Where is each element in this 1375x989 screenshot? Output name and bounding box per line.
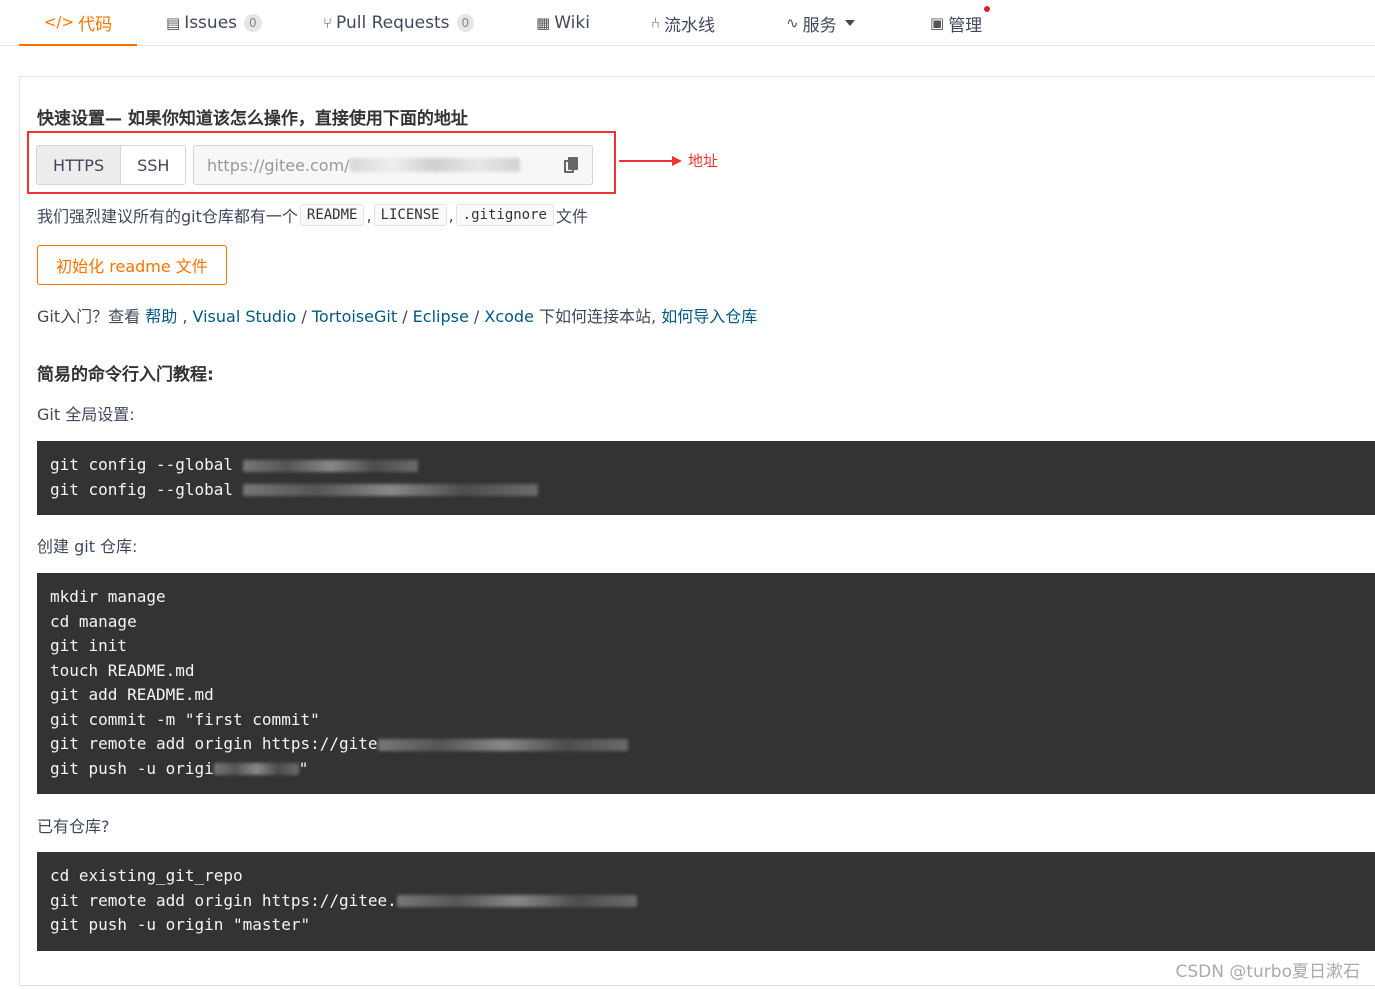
license-tag: LICENSE xyxy=(373,204,447,226)
redacted-url xyxy=(349,158,520,172)
code-text: git config --global xyxy=(50,479,234,499)
global-settings-label: Git 全局设置: xyxy=(37,405,135,424)
recommend-sep-1: , xyxy=(366,205,372,225)
annotation-arrow xyxy=(619,160,673,162)
issues-icon: ▤ xyxy=(166,14,181,32)
code-line: git remote add origin https://gite xyxy=(50,732,1364,757)
manage-icon: ▣ xyxy=(930,14,945,32)
watermark: CSDN @turbo夏日漱石 xyxy=(1175,962,1361,982)
help-line: Git入门？查看 帮助 , Visual Studio / TortoiseGi… xyxy=(37,303,757,327)
tab-pipeline[interactable]: ⑃ 流水线 xyxy=(651,0,715,46)
help-prefix: Git入门？查看 xyxy=(37,307,146,326)
https-button[interactable]: HTTPS xyxy=(37,146,122,184)
clone-url-input[interactable]: https://gitee.com/ xyxy=(193,145,593,185)
tab-wiki[interactable]: ▦ Wiki xyxy=(536,0,590,46)
help-sep: / xyxy=(296,307,312,326)
redacted-text xyxy=(213,763,299,775)
existing-repo-code: cd existing_git_repo git remote add orig… xyxy=(37,852,1375,951)
visual-studio-link[interactable]: Visual Studio xyxy=(193,307,297,326)
wiki-icon: ▦ xyxy=(536,14,551,32)
quick-setup-heading: 快速设置— 如果你知道该怎么操作，直接使用下面的地址 xyxy=(37,109,468,129)
code-line: cd existing_git_repo xyxy=(50,866,243,885)
chevron-down-icon xyxy=(844,20,855,26)
code-line: git config --global xyxy=(50,453,1364,478)
eclipse-link[interactable]: Eclipse xyxy=(413,307,469,326)
tab-code-label: 代码 xyxy=(78,14,113,35)
code-text: git remote add origin https://gitee. xyxy=(50,890,397,910)
code-line: mkdir manage xyxy=(50,587,166,606)
repo-tab-bar: </> 代码 ▤ Issues 0 ⑂ Pull Requests 0 ▦ Wi… xyxy=(0,0,1375,46)
redacted-text xyxy=(242,484,538,496)
help-sep: / xyxy=(397,307,413,326)
code-icon: </> xyxy=(43,13,75,31)
code-text: git remote add origin https://gite xyxy=(50,734,378,753)
redacted-text xyxy=(242,459,418,472)
help-link[interactable]: 帮助 xyxy=(145,307,177,326)
tab-pull-requests-label: Pull Requests xyxy=(336,13,450,33)
gitignore-tag: .gitignore xyxy=(455,204,554,226)
tab-manage[interactable]: ▣ 管理 xyxy=(930,0,991,46)
code-line: git init xyxy=(50,636,128,655)
tab-pull-requests[interactable]: ⑂ Pull Requests 0 xyxy=(323,0,475,46)
copy-icon[interactable] xyxy=(564,157,578,173)
readme-tag: README xyxy=(299,204,365,226)
tab-services-label: 服务 xyxy=(802,15,837,36)
recommend-text: 我们强烈建议所有的git仓库都有一个 README , LICENSE , .g… xyxy=(37,203,588,227)
tortoisegit-link[interactable]: TortoiseGit xyxy=(312,307,397,326)
redacted-text xyxy=(377,738,628,751)
code-line: git push -u origi " xyxy=(50,757,1364,782)
tab-pipeline-label: 流水线 xyxy=(664,15,716,36)
create-repo-code: mkdir manage cd manage git init touch RE… xyxy=(37,573,1375,794)
global-settings-code: git config --global git config --global xyxy=(37,441,1375,515)
annotation-label: 地址 xyxy=(688,152,719,170)
clone-url-text: https://gitee.com/ xyxy=(207,155,350,175)
help-sep: / xyxy=(468,307,485,326)
code-line: git add README.md xyxy=(50,685,214,704)
redacted-text xyxy=(396,895,637,907)
protocol-toggle: HTTPS SSH xyxy=(36,145,187,185)
tab-wiki-label: Wiki xyxy=(554,13,590,33)
recommend-prefix: 我们强烈建议所有的git仓库都有一个 xyxy=(37,207,298,226)
notification-dot xyxy=(984,6,991,12)
pipeline-icon: ⑃ xyxy=(651,14,661,32)
pulse-icon: ∿ xyxy=(786,14,799,32)
help-sep: , xyxy=(177,307,193,326)
help-middle: 下如何连接本站, xyxy=(533,307,662,326)
tab-code[interactable]: </> 代码 xyxy=(19,0,137,46)
recommend-sep-2: , xyxy=(448,205,454,225)
pull-request-icon: ⑂ xyxy=(323,14,333,32)
tab-issues-label: Issues xyxy=(184,13,238,33)
issues-count-badge: 0 xyxy=(244,14,262,32)
code-line: git remote add origin https://gitee. xyxy=(50,889,1364,914)
ssh-button[interactable]: SSH xyxy=(121,146,186,184)
existing-repo-label: 已有仓库? xyxy=(37,817,110,836)
init-readme-button[interactable]: 初始化 readme 文件 xyxy=(37,245,227,285)
recommend-suffix: 文件 xyxy=(555,207,588,226)
tab-issues[interactable]: ▤ Issues 0 xyxy=(166,0,262,46)
code-line: git config --global xyxy=(50,478,1364,503)
code-line: git push -u origin "master" xyxy=(50,915,311,934)
pull-requests-count-badge: 0 xyxy=(456,14,475,32)
code-line: git commit -m "first commit" xyxy=(50,709,320,729)
import-repo-link[interactable]: 如何导入仓库 xyxy=(661,307,757,326)
code-line: cd manage xyxy=(50,611,137,631)
code-text: git config --global xyxy=(50,455,234,474)
code-text: git push -u origi xyxy=(50,758,214,778)
code-line: touch README.md xyxy=(50,660,195,680)
tutorial-heading: 简易的命令行入门教程: xyxy=(37,365,214,385)
annotation-arrow-head xyxy=(672,156,682,166)
code-text: " xyxy=(298,758,309,778)
create-repo-label: 创建 git 仓库: xyxy=(37,537,138,556)
tab-manage-label: 管理 xyxy=(948,15,983,36)
tab-services[interactable]: ∿ 服务 xyxy=(786,0,855,46)
xcode-link[interactable]: Xcode xyxy=(484,307,534,326)
